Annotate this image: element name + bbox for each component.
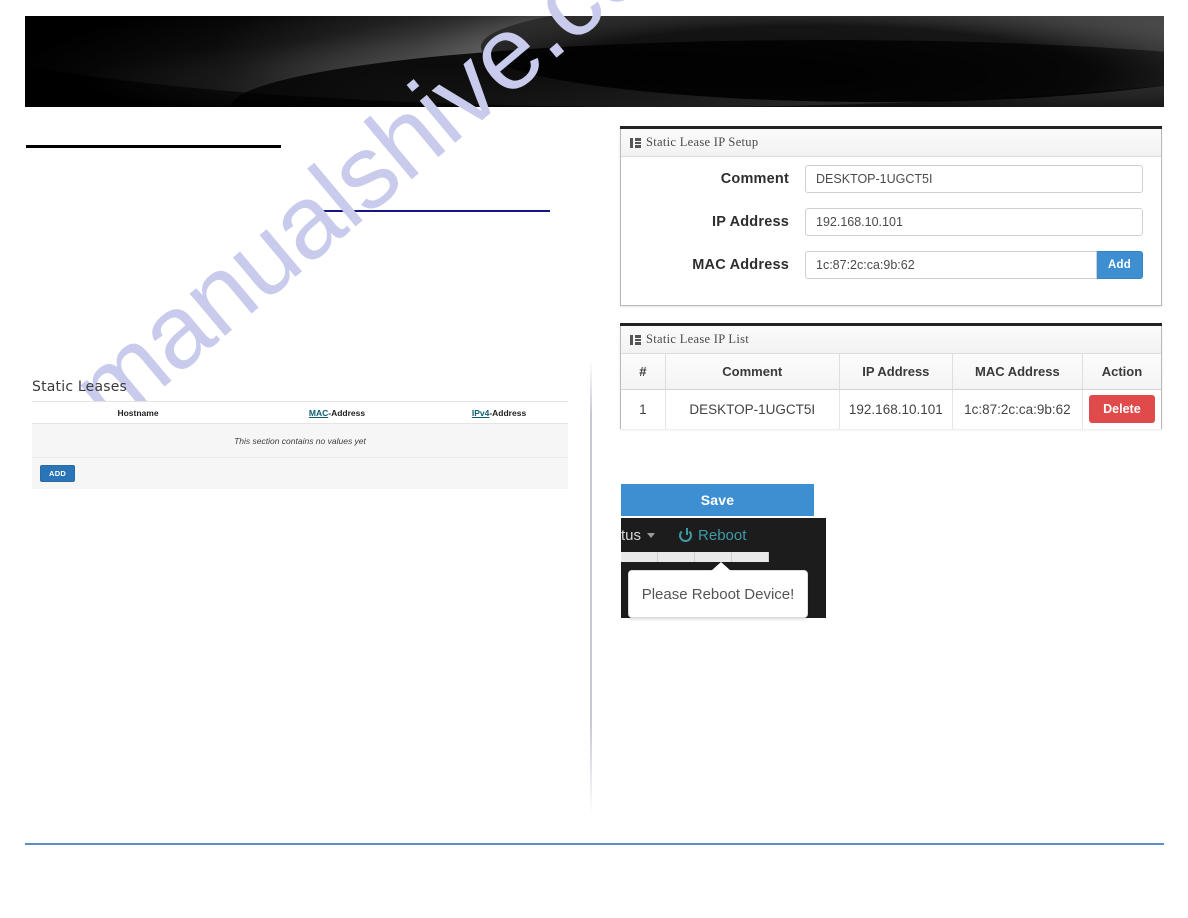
chevron-down-icon [647, 533, 656, 539]
static-leases-section: Static Leases Hostname MAC-Address IPv4-… [32, 379, 568, 489]
form-row-comment: Comment [621, 157, 1161, 200]
strip-cell [695, 552, 732, 562]
strip-cell [732, 552, 769, 562]
reboot-tooltip-text: Please Reboot Device! [641, 585, 795, 603]
list-panel-top-accent [620, 323, 1162, 326]
table-body: 1 DESKTOP-1UGCT5I 192.168.10.101 1c:87:2… [621, 389, 1161, 429]
setup-panel-header: Static Lease IP Setup [621, 129, 1161, 157]
reboot-tooltip: Please Reboot Device! [628, 562, 808, 618]
label-mac-address: MAC Address [692, 256, 789, 273]
list-panel-header: Static Lease IP List [621, 326, 1161, 354]
static-lease-ip-table: # Comment IP Address MAC Address Action … [621, 354, 1161, 429]
delete-button[interactable]: Delete [1089, 395, 1155, 424]
static-leases-title: Static Leases [32, 379, 128, 395]
navbar-status-label: tus [621, 526, 642, 544]
cell-mac-address: 1c:87:2c:ca:9b:62 [952, 389, 1083, 429]
cell-comment: DESKTOP-1UGCT5I [665, 389, 840, 429]
column-header-mac-link[interactable]: MAC [309, 408, 328, 418]
grid-icon [630, 334, 641, 345]
column-header-ipv4-link[interactable]: IPv4 [472, 408, 490, 418]
static-leases-empty-message: This section contains no values yet [234, 435, 366, 446]
panel-top-accent [620, 126, 1162, 129]
divider-black-rule [26, 145, 281, 148]
comment-input[interactable] [805, 164, 1143, 193]
column-header-mac-address: MAC Address [952, 354, 1083, 390]
column-header-mac-address: MAC-Address [244, 408, 430, 418]
cell-ip-address: 192.168.10.101 [839, 389, 953, 429]
navbar-content-strip [621, 552, 769, 562]
static-lease-ip-list-panel: Static Lease IP List # Comment IP Addres… [620, 323, 1162, 429]
save-button[interactable]: Save [621, 484, 814, 516]
static-lease-ip-setup-panel: Static Lease IP Setup Comment IP Address… [620, 126, 1162, 306]
grid-icon [630, 137, 641, 148]
mac-address-input[interactable] [805, 250, 1098, 279]
cell-index: 1 [621, 389, 666, 429]
divider-navy-rule [318, 210, 550, 212]
table-header: # Comment IP Address MAC Address Action [621, 354, 1161, 390]
page-root: manualshive.com Static Leases Hostname M… [0, 0, 1188, 918]
column-header-mac-rest: -Address [328, 407, 366, 418]
column-header-ipv4-rest: -Address [489, 407, 527, 418]
static-leases-table: Hostname MAC-Address IPv4-Address This s… [32, 401, 568, 489]
list-panel-title: Static Lease IP List [646, 332, 750, 346]
navbar-reboot-button[interactable]: Reboot [679, 527, 746, 544]
column-header-action: Action [1082, 354, 1161, 390]
table-header-row: # Comment IP Address MAC Address Action [621, 354, 1161, 390]
cell-action: Delete [1082, 389, 1161, 429]
column-header-hostname: Hostname [32, 408, 244, 418]
divider-vertical-column [590, 360, 592, 815]
navbar-status-menu[interactable]: tus [621, 526, 656, 544]
static-leases-add-button[interactable]: ADD [40, 464, 76, 483]
add-button[interactable]: Add [1097, 250, 1143, 279]
setup-panel-title: Static Lease IP Setup [646, 135, 759, 149]
strip-cell [658, 552, 695, 562]
strip-cell [621, 552, 658, 562]
form-row-ip-address: IP Address [621, 200, 1161, 243]
static-leases-footer: ADD [32, 458, 568, 489]
column-header-hostname-label: Hostname [117, 407, 159, 418]
header-banner-image [25, 16, 1164, 107]
tooltip-arrow-icon [711, 562, 731, 571]
static-leases-header-row: Hostname MAC-Address IPv4-Address [32, 402, 568, 424]
mac-input-group: Add [805, 250, 1143, 279]
column-header-ipv4-address: IPv4-Address [430, 408, 568, 418]
navbar-reboot-label: Reboot [698, 526, 747, 544]
ip-address-input[interactable] [805, 207, 1143, 236]
form-row-mac-address: MAC Address Add [621, 243, 1161, 286]
navbar-items: tus Reboot [621, 518, 826, 552]
divider-footer-rule [25, 843, 1164, 845]
static-leases-empty-state: This section contains no values yet [32, 424, 568, 458]
table-row: 1 DESKTOP-1UGCT5I 192.168.10.101 1c:87:2… [621, 389, 1161, 429]
column-header-index: # [621, 354, 666, 390]
power-icon [679, 527, 693, 542]
label-ip-address: IP Address [712, 213, 789, 230]
label-comment: Comment [720, 170, 789, 187]
column-header-ip-address: IP Address [839, 354, 953, 390]
column-header-comment: Comment [665, 354, 840, 390]
